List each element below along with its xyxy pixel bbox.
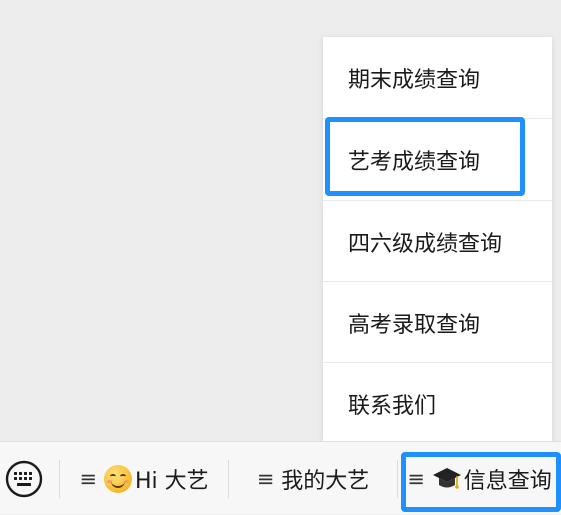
menu-item-label: 期末成绩查询 <box>348 67 481 93</box>
popup-menu: 期末成绩查询 艺考成绩查询 四六级成绩查询 高考录取查询 联系我们 <box>323 37 552 442</box>
menu-lines-icon: ≡ <box>79 466 97 491</box>
menu-item-label: 联系我们 <box>348 393 437 419</box>
menu-item-contact-us[interactable]: 联系我们 <box>323 363 552 444</box>
menu-item-label: 高考录取查询 <box>348 312 481 338</box>
highlight-box-art-exam <box>325 117 525 196</box>
highlight-box-info-query <box>401 452 561 512</box>
menu-item-admission-query[interactable]: 高考录取查询 <box>323 282 552 363</box>
bar-menu-label: 我的大艺 <box>281 468 370 494</box>
keyboard-icon <box>5 460 43 498</box>
bar-menu-hi-dayi[interactable]: ≡ Hi 大艺 <box>60 442 228 515</box>
menu-item-label: 四六级成绩查询 <box>348 231 503 257</box>
bar-menu-label: Hi 大艺 <box>134 468 209 494</box>
menu-lines-icon: ≡ <box>256 466 275 491</box>
bar-menu-my-dayi[interactable]: ≡ 我的大艺 <box>229 442 397 515</box>
smiling-face-icon <box>103 464 132 493</box>
menu-item-cet-grades[interactable]: 四六级成绩查询 <box>323 201 552 282</box>
menu-item-final-grades[interactable]: 期末成绩查询 <box>323 37 552 118</box>
keyboard-toggle-button[interactable] <box>4 459 44 499</box>
